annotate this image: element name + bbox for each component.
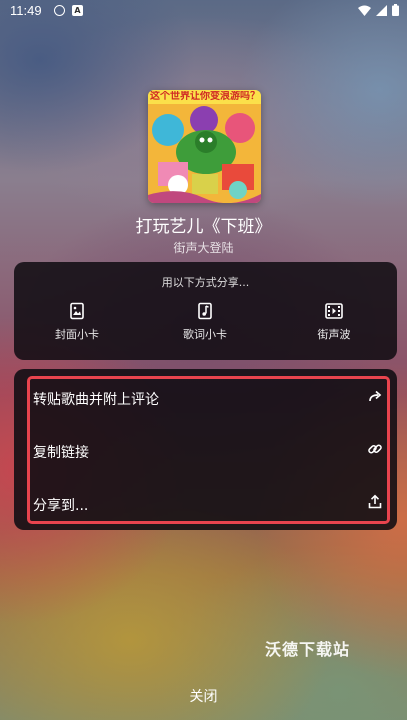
share-option-label: 歌词小卡 xyxy=(183,328,227,341)
forward-arrow-icon xyxy=(369,390,382,402)
share-option-label: 街声波 xyxy=(317,328,351,341)
link-icon xyxy=(368,444,382,454)
song-title: 打玩艺儿《下班》 xyxy=(135,217,272,237)
share-options-panel: 用以下方式分享... 封面小卡 歌词小卡 街声波 xyxy=(14,262,397,360)
action-label: 复制链接 xyxy=(33,445,89,461)
status-time: 11:49 xyxy=(10,3,42,18)
action-list-panel: 转贴歌曲并附上评论 复制链接 分享到... xyxy=(14,369,397,530)
share-option-street-voice[interactable]: 街声波 xyxy=(289,302,379,342)
share-to-button[interactable]: 分享到... xyxy=(33,484,383,524)
copy-link-button[interactable]: 复制链接 xyxy=(33,431,383,471)
media-play-icon xyxy=(54,5,65,16)
film-icon xyxy=(325,303,343,319)
song-artist: 街声大登陆 xyxy=(173,241,234,255)
watermark-text: 沃德下载站 xyxy=(265,640,351,659)
upload-icon xyxy=(368,494,382,509)
close-button[interactable]: 关闭 xyxy=(0,686,407,706)
lyrics-card-icon xyxy=(198,302,212,320)
wifi-icon xyxy=(358,5,371,16)
album-cover-caption: 这个世界让你变浪游吗？ xyxy=(150,91,259,102)
album-cover: 这个世界让你变浪游吗？ xyxy=(148,90,261,203)
share-option-cover-card[interactable]: 封面小卡 xyxy=(32,302,122,342)
battery-icon xyxy=(392,4,399,16)
repost-with-comment-button[interactable]: 转贴歌曲并附上评论 xyxy=(33,378,383,418)
share-panel-title: 用以下方式分享... xyxy=(161,276,250,289)
action-label: 分享到... xyxy=(33,498,89,514)
status-bar: 11:49 A xyxy=(0,0,407,22)
action-label: 转贴歌曲并附上评论 xyxy=(33,392,159,408)
signal-icon xyxy=(376,4,387,16)
notification-icon: A xyxy=(72,5,83,16)
share-option-label: 封面小卡 xyxy=(55,328,99,341)
share-option-lyrics-card[interactable]: 歌词小卡 xyxy=(160,302,250,342)
image-card-icon xyxy=(70,302,84,320)
